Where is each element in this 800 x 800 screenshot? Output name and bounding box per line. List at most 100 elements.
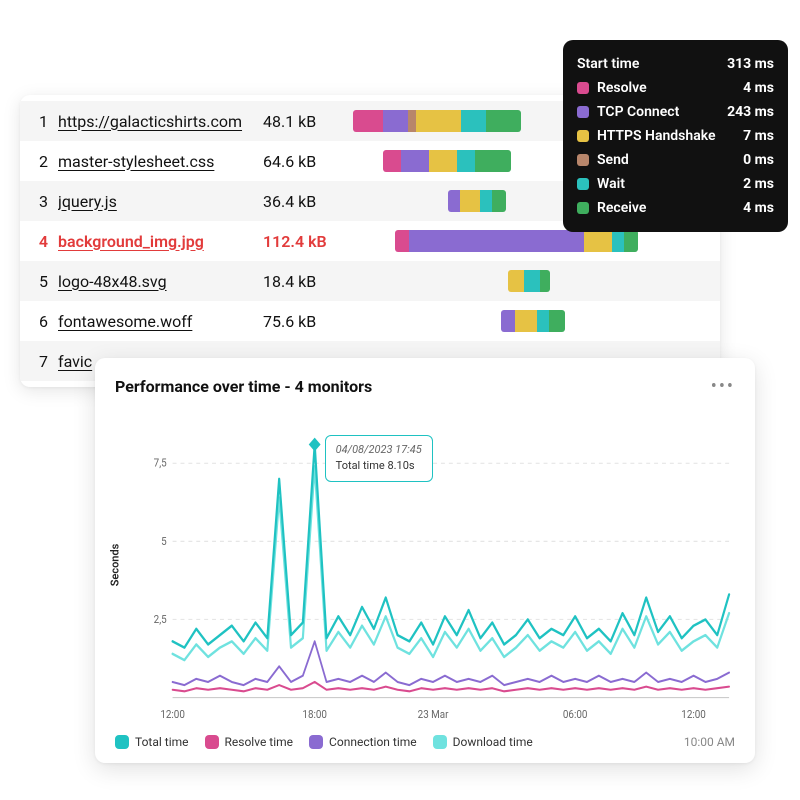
timing-segment-wait (524, 270, 540, 292)
row-index: 4 (34, 232, 48, 251)
waterfall-row[interactable]: 5 logo-48x48.svg 18.4 kB (20, 261, 720, 301)
timing-segment-resolve (395, 230, 409, 252)
timing-segment-wait (461, 110, 486, 132)
timing-segment-receive (624, 230, 638, 252)
timing-segment-https (508, 270, 524, 292)
timing-bar-area (353, 230, 706, 252)
timing-segment-resolve (353, 110, 383, 132)
timing-segment-wait (480, 190, 492, 212)
legend-label: Download time (453, 735, 533, 749)
timing-segment-receive (540, 270, 550, 292)
svg-text:18:00: 18:00 (302, 707, 327, 721)
swatch-send (577, 154, 589, 166)
waterfall-row[interactable]: 6 fontawesome.woff 75.6 kB (20, 301, 720, 341)
tooltip-value: 243 ms (727, 104, 774, 120)
resource-name[interactable]: fontawesome.woff (58, 312, 253, 331)
tooltip-label: HTTPS Handshake (597, 128, 716, 144)
resource-size: 48.1 kB (263, 112, 343, 131)
timing-bar-area (353, 270, 706, 292)
row-index: 6 (34, 312, 48, 331)
timing-segment-tcp (409, 230, 584, 252)
timing-tooltip: Start time313 msResolve4 msTCP Connect24… (563, 40, 788, 232)
timing-segment-https (460, 190, 480, 212)
timing-segment-tcp (448, 190, 460, 212)
timing-segment-wait (537, 310, 549, 332)
row-index: 5 (34, 272, 48, 291)
row-index: 2 (34, 152, 48, 171)
legend-label: Resolve time (225, 735, 294, 749)
tooltip-label: Send (597, 152, 629, 168)
timing-segment-https (429, 150, 457, 172)
resource-size: 112.4 kB (263, 232, 343, 251)
svg-text:06:00: 06:00 (563, 707, 588, 721)
row-index: 1 (34, 112, 48, 131)
timing-segment-https (416, 110, 461, 132)
tooltip-row: Wait 2 ms (577, 172, 774, 196)
timing-bar[interactable] (383, 150, 511, 172)
resource-name[interactable]: master-stylesheet.css (58, 152, 253, 171)
tooltip-label: TCP Connect (597, 104, 679, 120)
timing-segment-tcp (501, 310, 515, 332)
resource-name[interactable]: jquery.js (58, 192, 253, 211)
timing-bar[interactable] (501, 310, 565, 332)
row-index: 7 (34, 352, 48, 371)
swatch-tcp (577, 106, 589, 118)
timing-segment-https (515, 310, 537, 332)
chart-title: Performance over time - 4 monitors (115, 377, 372, 396)
tooltip-value: 2 ms (743, 176, 774, 192)
svg-text:2,5: 2,5 (154, 612, 167, 626)
chart-plot-area[interactable]: Seconds 2,557,512:0018:0023 Mar06:0012:0… (143, 405, 735, 725)
timing-segment-wait (612, 230, 624, 252)
row-index: 3 (34, 192, 48, 211)
tooltip-row: Resolve4 ms (577, 76, 774, 100)
resource-name[interactable]: logo-48x48.svg (58, 272, 253, 291)
timing-segment-resolve (383, 150, 401, 172)
tooltip-label: Resolve (597, 80, 647, 96)
resource-name[interactable]: background_img.jpg (58, 232, 253, 251)
timing-segment-tcp (401, 150, 429, 172)
resource-size: 75.6 kB (263, 312, 343, 331)
resource-name[interactable]: https://galacticshirts.com (58, 112, 253, 131)
legend-item-resolve_time[interactable]: Resolve time (205, 735, 294, 749)
timing-bar[interactable] (395, 230, 638, 252)
legend-label: Total time (135, 735, 189, 749)
timing-segment-send (408, 110, 416, 132)
legend-item-total_time[interactable]: Total time (115, 735, 189, 749)
tooltip-value: 313 ms (727, 56, 774, 72)
timing-segment-receive (492, 190, 506, 212)
svg-text:7,5: 7,5 (154, 456, 167, 470)
timing-segment-wait (457, 150, 475, 172)
resource-size: 36.4 kB (263, 192, 343, 211)
tooltip-label: Wait (597, 176, 625, 192)
tooltip-row: Start time 313 ms (577, 52, 774, 76)
timing-segment-https (584, 230, 612, 252)
resource-size: 64.6 kB (263, 152, 343, 171)
legend-label: Connection time (329, 735, 417, 749)
swatch-receive (577, 202, 589, 214)
timing-segment-receive (475, 150, 511, 172)
swatch-wait (577, 178, 589, 190)
tooltip-value: 4 ms (743, 200, 774, 216)
tooltip-value: 7 ms (743, 128, 774, 144)
tooltip-label: Start time (577, 56, 639, 72)
legend-swatch (309, 735, 323, 749)
timing-bar[interactable] (353, 110, 521, 132)
swatch-resolve (577, 82, 589, 94)
more-icon[interactable]: ••• (711, 376, 735, 397)
svg-text:12:00: 12:00 (681, 707, 706, 721)
chart-legend: Total time Resolve time Connection time Dow… (115, 735, 533, 749)
svg-text:12:00: 12:00 (160, 707, 185, 721)
resource-size: 18.4 kB (263, 272, 343, 291)
legend-item-download_time[interactable]: Download time (433, 735, 533, 749)
timing-bar-area (353, 310, 706, 332)
tooltip-row: Send 0 ms (577, 148, 774, 172)
legend-item-connection_time[interactable]: Connection time (309, 735, 417, 749)
tooltip-value: 0 ms (743, 152, 774, 168)
swatch-https (577, 130, 589, 142)
svg-text:23 Mar: 23 Mar (418, 707, 449, 721)
tooltip-row: Receive4 ms (577, 196, 774, 220)
timing-bar[interactable] (448, 190, 506, 212)
timing-bar[interactable] (508, 270, 550, 292)
timing-segment-receive (549, 310, 565, 332)
card-timestamp: 10:00 AM (684, 735, 735, 749)
